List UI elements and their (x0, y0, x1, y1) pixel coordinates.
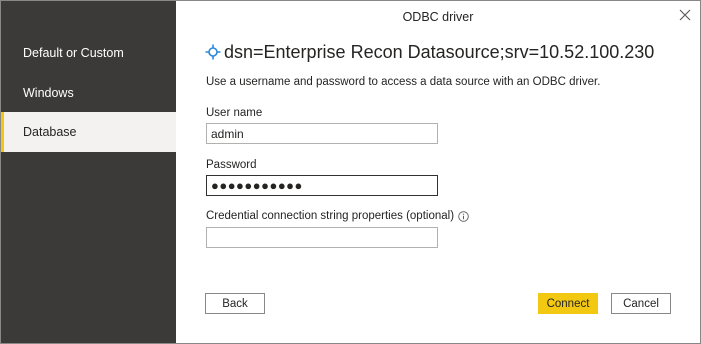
sidebar-item-label: Windows (23, 86, 74, 100)
sidebar-item-label: Database (23, 125, 77, 139)
credential-input[interactable] (206, 227, 438, 248)
password-input[interactable]: ●●●●●●●●●●● (206, 175, 438, 196)
sidebar-item-windows[interactable]: Windows (1, 73, 176, 113)
username-input[interactable] (206, 123, 438, 144)
credential-label-text: Credential connection string properties … (206, 210, 455, 222)
datasource-heading: dsn=Enterprise Recon Datasource;srv=10.5… (205, 39, 654, 65)
password-label: Password (206, 159, 257, 171)
sidebar-item-default-or-custom[interactable]: Default or Custom (1, 33, 176, 73)
info-icon[interactable] (458, 210, 469, 222)
description-text: Use a username and password to access a … (206, 76, 601, 88)
sidebar-item-label: Default or Custom (23, 46, 124, 60)
sidebar-item-database[interactable]: Database (1, 112, 176, 152)
auth-method-sidebar: Default or Custom Windows Database (1, 1, 176, 343)
datasource-name: dsn=Enterprise Recon Datasource;srv=10.5… (224, 41, 655, 62)
close-icon[interactable] (677, 7, 693, 23)
cancel-button[interactable]: Cancel (611, 293, 671, 314)
datasource-icon (205, 44, 221, 60)
connect-button[interactable]: Connect (538, 293, 598, 314)
username-label: User name (206, 107, 263, 119)
dialog-title: ODBC driver (402, 10, 474, 24)
back-button[interactable]: Back (205, 293, 265, 314)
credential-label: Credential connection string properties … (206, 210, 469, 222)
odbc-driver-dialog: Default or Custom Windows Database ODBC … (0, 0, 701, 344)
